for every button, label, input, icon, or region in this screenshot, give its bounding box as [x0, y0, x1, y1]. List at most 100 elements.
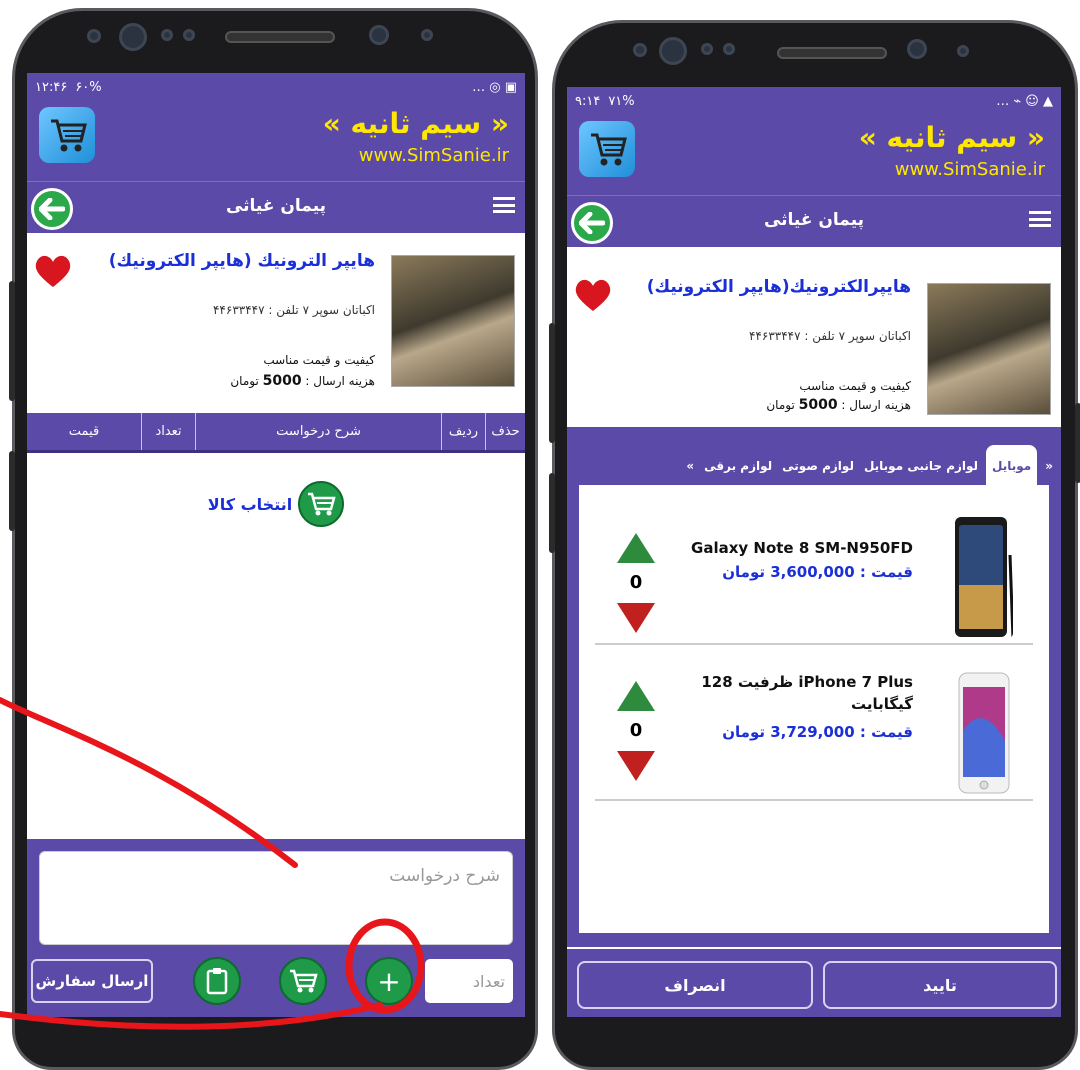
- front-camera-icon: [659, 37, 687, 65]
- shop-shipping: هزینه ارسال : 5000 تومان: [766, 397, 911, 413]
- quantity-placeholder: تعداد: [472, 971, 505, 991]
- front-camera-icon: [119, 23, 147, 51]
- status-battery: ۶۰%: [75, 79, 102, 95]
- sensor-icon: [701, 43, 713, 55]
- sensor-icon: [183, 29, 195, 41]
- increment-arrow-icon[interactable]: [617, 533, 655, 563]
- quantity-stepper: 0: [615, 533, 657, 633]
- tab-electric[interactable]: لوازم برقی: [702, 459, 774, 485]
- col-price: قیمت: [68, 424, 100, 439]
- phone-top-bezel: [555, 23, 1075, 85]
- tab-audio[interactable]: لوازم صوتی: [780, 459, 856, 485]
- sensor-icon: [161, 29, 173, 41]
- earpiece-speaker: [777, 47, 887, 59]
- user-name: پیمان غیاثی: [763, 210, 865, 230]
- shop-name[interactable]: هایپرالکترونیك(هایپر الکترونیك): [647, 277, 911, 297]
- status-bar: ۱۲:۴۶ ۶۰% … ◎ ▣: [27, 73, 525, 101]
- phone-top-bezel: [15, 11, 535, 73]
- col-row: ردیف: [441, 413, 485, 450]
- plus-icon: +: [377, 964, 401, 998]
- shop-card: هایپرالکترونیك(هایپر الکترونیك) اکباتان …: [567, 247, 1061, 427]
- description-textarea[interactable]: شرح درخواست: [39, 851, 513, 945]
- shipping-value: 5000: [262, 373, 302, 389]
- sensor-icon: [633, 43, 647, 57]
- select-item-label: انتخاب کالا: [207, 494, 293, 514]
- sensor-icon: [957, 45, 969, 57]
- cart-button[interactable]: [279, 957, 327, 1005]
- brand-title: « سیم ثانیه »: [322, 107, 509, 140]
- shipping-unit: تومان: [766, 398, 795, 412]
- shipping-value: 5000: [798, 397, 838, 413]
- quantity-stepper: 0: [615, 681, 657, 781]
- status-time: ۹:۱۴: [575, 93, 601, 109]
- shop-card: هایپر الترونیك (هایپر الكترونیك) اکباتان…: [27, 233, 525, 413]
- brand-url[interactable]: www.SimSanie.ir: [359, 145, 509, 166]
- bixby-button: [549, 473, 555, 553]
- clipboard-button[interactable]: [193, 957, 241, 1005]
- product-price: قیمت : 3,600,000 تومان: [722, 563, 913, 581]
- order-table-header: حذف ردیف شرح درخواست تعداد قیمت: [27, 413, 525, 453]
- notification-icons: … ◎ ▣: [472, 79, 517, 95]
- cart-icon: [290, 969, 318, 993]
- shipping-label: هزینه ارسال :: [305, 374, 375, 388]
- cancel-button[interactable]: انصراف: [577, 961, 813, 1009]
- shop-shipping: هزینه ارسال : 5000 تومان: [230, 373, 375, 389]
- tab-mobile-accessories[interactable]: لوازم جانبی موبایل: [862, 459, 980, 485]
- hamburger-menu-icon[interactable]: [493, 197, 515, 213]
- shop-address: اکباتان سوپر ۷ تلفن : ۴۴۶۳۳۴۴۷: [748, 329, 911, 343]
- brand-url[interactable]: www.SimSanie.ir: [895, 159, 1045, 180]
- product-list: Galaxy Note 8 SM-N950FD قیمت : 3,600,000…: [579, 485, 1049, 933]
- shop-photo: [927, 283, 1051, 415]
- title-bar: پیمان غیاثی: [27, 181, 525, 233]
- shop-quality: کیفیت و قیمت مناسب: [799, 379, 911, 393]
- clipboard-icon: [206, 968, 228, 995]
- volume-button: [9, 281, 15, 401]
- favorite-heart-icon[interactable]: [33, 253, 73, 289]
- quantity-value: 0: [629, 720, 643, 741]
- volume-button: [549, 323, 555, 443]
- col-delete: حذف: [485, 413, 525, 450]
- brand-header: « سیم ثانیه » www.SimSanie.ir: [567, 115, 1061, 195]
- cart-icon[interactable]: [298, 481, 345, 527]
- left-phone-screen: ۱۲:۴۶ ۶۰% … ◎ ▣ « سیم ثانیه » www.SimSan…: [27, 73, 525, 1017]
- shipping-label: هزینه ارسال :: [841, 398, 911, 412]
- product-price: قیمت : 3,729,000 تومان: [722, 723, 913, 741]
- send-order-button[interactable]: ارسال سفارش: [31, 959, 153, 1003]
- decrement-arrow-icon[interactable]: [617, 603, 655, 633]
- app-logo-cart-icon: [39, 107, 95, 163]
- add-item-button[interactable]: +: [365, 957, 413, 1005]
- shop-name[interactable]: هایپر الترونیك (هایپر الكترونیك): [109, 251, 375, 271]
- left-phone-frame: ۱۲:۴۶ ۶۰% … ◎ ▣ « سیم ثانیه » www.SimSan…: [9, 8, 538, 1070]
- favorite-heart-icon[interactable]: [573, 277, 613, 313]
- order-bottom-panel: شرح درخواست تعداد + ارسال سفارش: [27, 839, 525, 1017]
- sensor-icon: [723, 43, 735, 55]
- right-phone-screen: ۹:۱۴ ۷۱% … ⌁ ☺ ▲ « سیم ثانیه » www.SimSa…: [567, 87, 1061, 1017]
- quantity-input[interactable]: تعداد: [425, 959, 513, 1003]
- iris-scanner-icon: [369, 25, 389, 45]
- notification-icons: … ⌁ ☺ ▲: [996, 93, 1053, 109]
- decrement-arrow-icon[interactable]: [617, 751, 655, 781]
- increment-arrow-icon[interactable]: [617, 681, 655, 711]
- list-item[interactable]: iPhone 7 Plus ظرفیت 128 گیگابایت قیمت : …: [595, 651, 1033, 801]
- product-image: [958, 672, 1010, 794]
- confirm-button[interactable]: تایید: [823, 961, 1057, 1009]
- earpiece-speaker: [225, 31, 335, 43]
- shop-quality: کیفیت و قیمت مناسب: [263, 353, 375, 367]
- tab-scroll-right[interactable]: «: [1043, 459, 1055, 485]
- brand-title: « سیم ثانیه »: [858, 121, 1045, 154]
- status-time: ۱۲:۴۶: [35, 79, 68, 95]
- description-placeholder: شرح درخواست: [389, 866, 500, 886]
- sensor-icon: [421, 29, 433, 41]
- tab-mobile[interactable]: موبایل: [986, 445, 1038, 485]
- hamburger-menu-icon[interactable]: [1029, 211, 1051, 227]
- user-name: پیمان غیاثی: [225, 196, 327, 216]
- select-item-button[interactable]: انتخاب کالا: [27, 481, 525, 527]
- category-tabs: « موبایل لوازم جانبی موبایل لوازم صوتی ل…: [573, 435, 1055, 485]
- tab-scroll-left[interactable]: »: [684, 459, 696, 485]
- product-image: [955, 517, 1013, 639]
- list-item[interactable]: Galaxy Note 8 SM-N950FD قیمت : 3,600,000…: [595, 495, 1033, 645]
- product-name: iPhone 7 Plus ظرفیت 128 گیگابایت: [701, 673, 913, 713]
- col-description: شرح درخواست: [195, 413, 441, 450]
- col-quantity: تعداد: [141, 413, 195, 450]
- sensor-icon: [87, 29, 101, 43]
